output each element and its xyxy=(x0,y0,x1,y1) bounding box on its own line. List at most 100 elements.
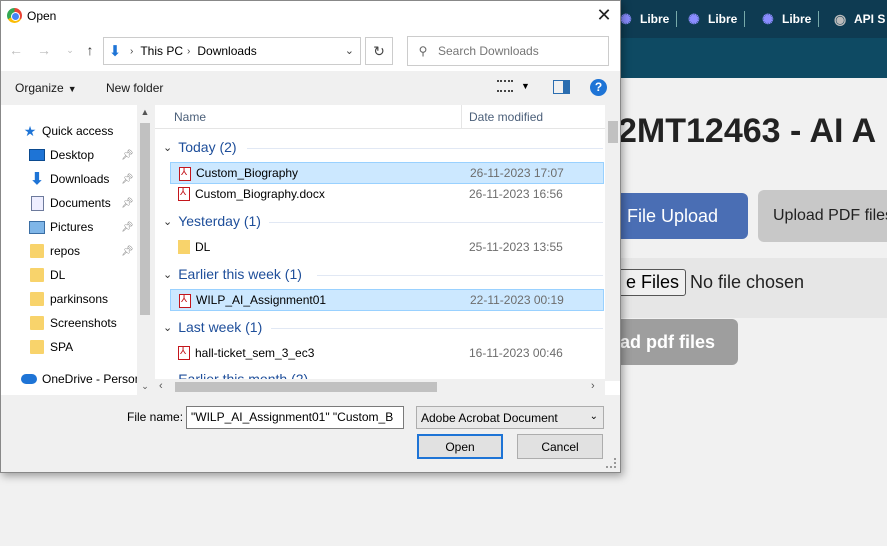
change-view-button[interactable]: ▼ xyxy=(497,80,530,92)
sidebar-item-screenshots[interactable]: Screenshots xyxy=(1,312,141,334)
preview-pane-icon[interactable] xyxy=(553,80,570,94)
help-icon[interactable]: ? xyxy=(590,79,607,96)
navigation-pane-scrollbar[interactable]: ▲ ⌄ xyxy=(137,105,153,395)
group-label: Last week (1) xyxy=(178,319,263,335)
upload-pdf-button[interactable]: Upload PDF files xyxy=(758,190,887,242)
desktop-icon xyxy=(29,148,45,162)
documents-icon xyxy=(29,195,45,211)
group-header-today[interactable]: ⌄ Today (2) xyxy=(163,139,237,155)
scrollbar-thumb[interactable] xyxy=(608,121,618,143)
sidebar-item-parkinsons[interactable]: parkinsons xyxy=(1,288,141,310)
group-label: Earlier this week (1) xyxy=(178,266,302,282)
recent-locations-chevron-icon[interactable]: ⌄ xyxy=(61,41,79,59)
table-row[interactable]: Custom_Biography 26-11-2023 17:07 xyxy=(170,162,604,184)
file-date: 26-11-2023 17:07 xyxy=(470,166,564,180)
breadcrumb-downloads[interactable]: Downloads xyxy=(197,44,256,58)
globe-icon: ◉ xyxy=(834,11,847,27)
column-header-date-modified[interactable]: Date modified xyxy=(469,110,543,124)
sidebar-item-quick-access[interactable]: ★ Quick access xyxy=(1,120,141,142)
address-bar[interactable]: ⬇ › This PC › Downloads ⌄ xyxy=(103,37,361,65)
scroll-right-icon[interactable]: › xyxy=(591,380,595,392)
file-list-horizontal-scrollbar[interactable]: ‹ › xyxy=(155,379,605,395)
file-type-select[interactable]: Adobe Acrobat Document ⌄ xyxy=(416,406,604,429)
sidebar-item-label: DL xyxy=(50,268,66,282)
cancel-button[interactable]: Cancel xyxy=(517,434,603,459)
sidebar-item-label: Documents xyxy=(50,196,111,210)
browser-tab[interactable]: ◉ API S xyxy=(834,9,885,29)
chevron-right-icon[interactable]: › xyxy=(130,46,133,57)
forward-arrow-icon[interactable]: → xyxy=(35,41,53,59)
chevron-down-icon: ▼ xyxy=(521,81,530,91)
new-folder-button[interactable]: New folder xyxy=(106,81,163,95)
table-row[interactable]: WILP_AI_Assignment01 22-11-2023 00:19 xyxy=(170,289,604,311)
breadcrumb-this-pc[interactable]: This PC xyxy=(140,44,183,58)
file-list-vertical-scrollbar[interactable] xyxy=(605,105,620,381)
sidebar-item-onedrive[interactable]: OneDrive - Person xyxy=(1,368,141,390)
chevron-down-icon[interactable]: ⌄ xyxy=(345,44,354,57)
sidebar-item-label: Desktop xyxy=(50,148,95,162)
command-bar: Organize ▼ New folder ▼ ? xyxy=(1,71,620,105)
pdf-file-icon xyxy=(178,187,190,201)
folder-icon xyxy=(29,244,45,258)
group-header-last-week[interactable]: ⌄ Last week (1) xyxy=(163,319,262,335)
navigation-pane: ★ Quick access Desktop 📌︎ ⬇ Downloads 📌︎… xyxy=(1,105,153,395)
table-row[interactable]: Custom_Biography.docx 26-11-2023 16:56 xyxy=(170,183,604,205)
column-header-name[interactable]: Name xyxy=(174,110,206,124)
sidebar-item-label: repos xyxy=(50,244,81,258)
group-label: Yesterday (1) xyxy=(178,213,261,229)
open-button[interactable]: Open xyxy=(417,434,503,459)
table-row[interactable]: hall-ticket_sem_3_ec3 16-11-2023 00:46 xyxy=(170,342,604,364)
pdf-file-icon xyxy=(178,346,190,360)
sidebar-item-spa[interactable]: SPA xyxy=(1,336,141,358)
scroll-left-icon[interactable]: ‹ xyxy=(159,380,163,392)
sidebar-item-desktop[interactable]: Desktop 📌︎ xyxy=(1,144,141,166)
file-name: hall-ticket_sem_3_ec3 xyxy=(195,346,315,360)
file-name: Custom_Biography.docx xyxy=(195,187,325,201)
search-input[interactable] xyxy=(438,44,598,58)
browser-tab[interactable]: ✺ Libre xyxy=(688,9,746,29)
up-arrow-icon[interactable]: ↑ xyxy=(81,41,99,59)
browser-tab[interactable]: ✺ Libre xyxy=(762,9,820,29)
sidebar-item-label: Pictures xyxy=(50,220,94,234)
read-pdf-button[interactable]: ad pdf files xyxy=(618,319,738,365)
close-icon[interactable]: ✕ xyxy=(594,5,614,25)
group-header-earlier-this-week[interactable]: ⌄ Earlier this week (1) xyxy=(163,266,302,282)
gear-icon: ✺ xyxy=(620,11,632,27)
folder-icon xyxy=(29,268,45,282)
chevron-down-icon: ⌄ xyxy=(163,321,173,334)
page-title: 2MT12463 - AI A xyxy=(618,112,877,150)
sidebar-item-label: Quick access xyxy=(42,124,114,138)
scrollbar-thumb[interactable] xyxy=(140,123,150,315)
back-arrow-icon[interactable]: ← xyxy=(7,41,25,59)
pin-icon: 📌︎ xyxy=(121,173,134,185)
pin-icon: 📌︎ xyxy=(121,197,134,209)
search-icon: ⚲ xyxy=(418,44,428,58)
sidebar-item-label: Screenshots xyxy=(50,316,117,330)
file-upload-button[interactable]: File Upload xyxy=(618,193,748,239)
refresh-icon[interactable]: ↻ xyxy=(365,37,393,65)
organize-button[interactable]: Organize ▼ xyxy=(15,81,77,95)
pin-icon: 📌︎ xyxy=(121,149,134,161)
sidebar-item-dl[interactable]: DL xyxy=(1,264,141,286)
sidebar-item-documents[interactable]: Documents 📌︎ xyxy=(1,192,141,214)
sidebar-item-pictures[interactable]: Pictures 📌︎ xyxy=(1,216,141,238)
sidebar-item-label: parkinsons xyxy=(50,292,109,306)
chrome-icon xyxy=(7,8,22,23)
browser-tab[interactable]: ✺ Libre xyxy=(620,9,678,29)
folder-icon xyxy=(29,316,45,330)
scroll-down-icon[interactable]: ⌄ xyxy=(137,381,153,392)
scroll-up-icon[interactable]: ▲ xyxy=(137,107,153,117)
choose-files-button[interactable]: e Files xyxy=(614,269,686,296)
search-box[interactable]: ⚲ xyxy=(407,36,609,66)
group-header-yesterday[interactable]: ⌄ Yesterday (1) xyxy=(163,213,261,229)
table-row[interactable]: DL 25-11-2023 13:55 xyxy=(170,236,604,258)
scrollbar-thumb[interactable] xyxy=(175,382,437,392)
sidebar-item-downloads[interactable]: ⬇ Downloads 📌︎ xyxy=(1,168,141,190)
download-icon: ⬇ xyxy=(30,171,44,188)
resize-grip-icon[interactable] xyxy=(606,458,616,468)
pictures-icon xyxy=(29,220,45,234)
chevron-down-icon: ⌄ xyxy=(589,411,598,422)
chevron-right-icon[interactable]: › xyxy=(187,46,190,57)
sidebar-item-repos[interactable]: repos 📌︎ xyxy=(1,240,141,262)
file-name-field[interactable]: "WILP_AI_Assignment01" "Custom_B xyxy=(186,406,404,429)
